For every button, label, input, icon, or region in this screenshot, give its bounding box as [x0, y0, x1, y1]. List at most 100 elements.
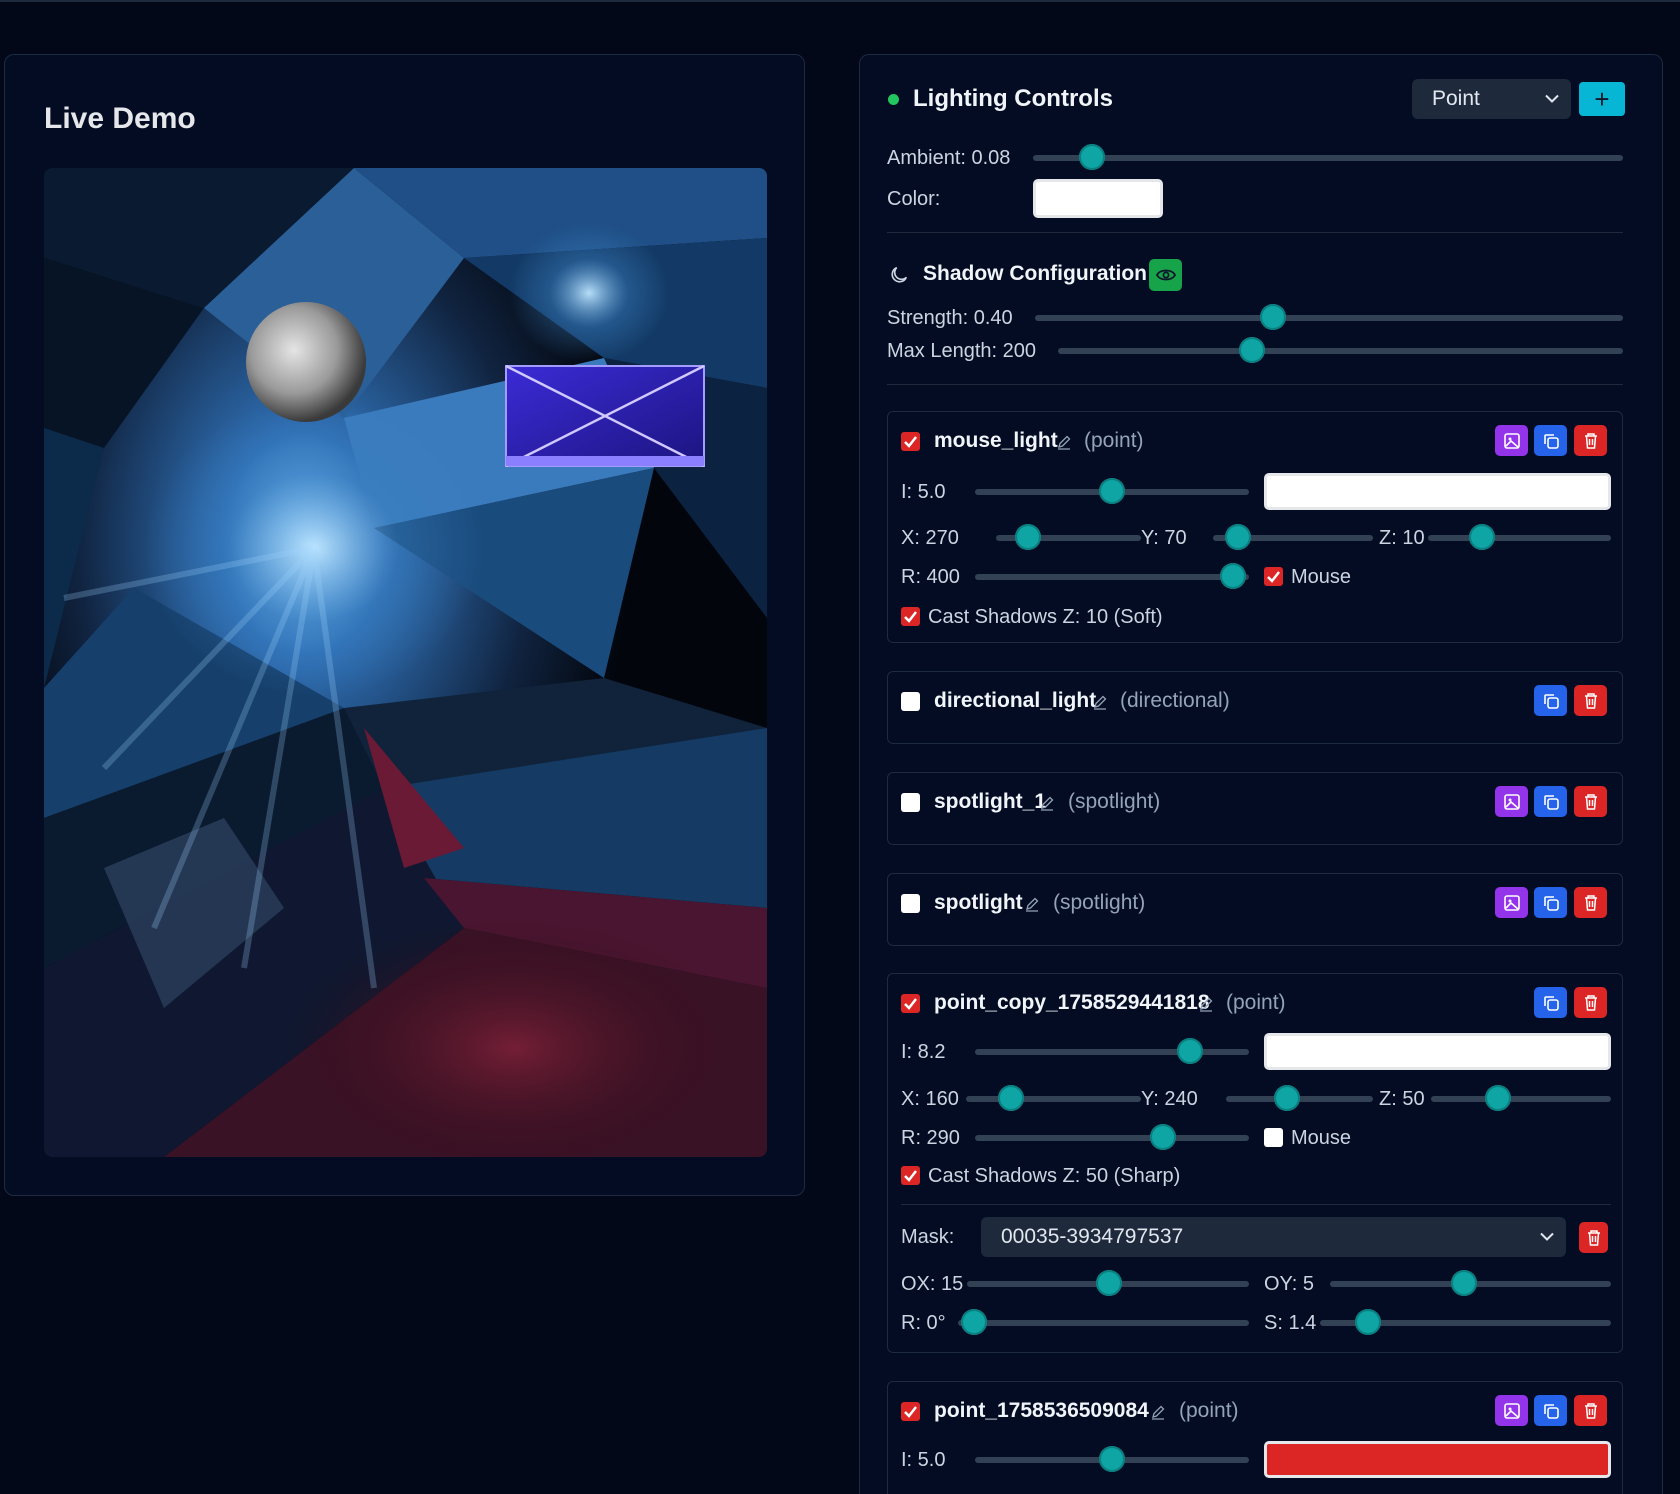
shadow-config-title: Shadow Configuration — [923, 262, 1147, 285]
delete-light-button[interactable] — [1574, 887, 1607, 918]
divider — [887, 232, 1623, 233]
edit-pencil-icon[interactable] — [1150, 1404, 1166, 1420]
light-type: (point) — [1084, 429, 1144, 452]
ambient-slider-thumb[interactable] — [1079, 144, 1105, 170]
shadow-strength-slider[interactable] — [1035, 315, 1623, 321]
light-enabled-checkbox[interactable] — [901, 894, 920, 913]
mask-rotation-slider[interactable] — [958, 1320, 1249, 1326]
mask-image-button[interactable] — [1495, 887, 1528, 918]
x-label: X: 160 — [901, 1088, 959, 1110]
edit-pencil-icon[interactable] — [1092, 694, 1108, 710]
delete-light-button[interactable] — [1574, 1395, 1607, 1426]
light-name: point_1758536509084 — [934, 1399, 1149, 1422]
light-color-picker[interactable] — [1264, 473, 1611, 510]
trash-icon — [1584, 994, 1597, 1011]
delete-light-button[interactable] — [1574, 425, 1607, 456]
mask-offset-x-slider-thumb[interactable] — [1096, 1270, 1122, 1296]
radius-slider[interactable] — [975, 574, 1249, 580]
ambient-color-picker[interactable] — [1033, 179, 1163, 218]
chevron-down-icon — [1540, 1232, 1554, 1241]
mouse-follow-checkbox[interactable] — [1264, 1128, 1283, 1147]
x-slider-thumb[interactable] — [998, 1085, 1024, 1111]
trash-icon — [1584, 432, 1597, 449]
mask-offset-x-label: OX: 15 — [901, 1273, 964, 1295]
y-slider-thumb[interactable] — [1274, 1085, 1300, 1111]
edit-pencil-icon[interactable] — [1039, 795, 1055, 811]
delete-light-button[interactable] — [1574, 987, 1607, 1018]
divider — [887, 384, 1623, 385]
mask-select[interactable]: 00035-3934797537 — [981, 1217, 1566, 1257]
mouse-follow-label: Mouse — [1291, 566, 1352, 588]
moon-icon — [891, 266, 908, 283]
x-slider[interactable] — [966, 1096, 1141, 1102]
light-card-spotlight-1: spotlight_1 (spotlight) — [887, 772, 1623, 845]
edit-pencil-icon[interactable] — [1056, 434, 1072, 450]
check-icon — [904, 1170, 917, 1182]
shadow-max-length-slider-thumb[interactable] — [1239, 337, 1265, 363]
light-color-picker[interactable] — [1264, 1033, 1611, 1070]
mask-image-button[interactable] — [1495, 1395, 1528, 1426]
duplicate-light-button[interactable] — [1534, 425, 1567, 456]
z-label: Z: 10 — [1379, 527, 1425, 549]
radius-label: R: 400 — [901, 566, 960, 588]
x-slider-thumb[interactable] — [1015, 524, 1041, 550]
duplicate-light-button[interactable] — [1534, 1395, 1567, 1426]
edit-pencil-icon[interactable] — [1024, 896, 1040, 912]
mouse-follow-label: Mouse — [1291, 1127, 1352, 1149]
z-slider-thumb[interactable] — [1485, 1085, 1511, 1111]
duplicate-light-button[interactable] — [1534, 685, 1567, 716]
intensity-label: I: 8.2 — [901, 1041, 946, 1063]
light-enabled-checkbox[interactable] — [901, 432, 920, 451]
intensity-slider-thumb[interactable] — [1099, 1446, 1125, 1472]
light-enabled-checkbox[interactable] — [901, 692, 920, 711]
cast-shadows-checkbox[interactable] — [901, 1166, 920, 1185]
shadow-visibility-toggle[interactable] — [1149, 259, 1182, 291]
light-card-spotlight: spotlight (spotlight) — [887, 873, 1623, 946]
radius-slider-thumb[interactable] — [1220, 563, 1246, 589]
mask-offset-y-slider-thumb[interactable] — [1451, 1270, 1477, 1296]
color-label: Color: — [887, 188, 941, 210]
remove-mask-button[interactable] — [1579, 1222, 1608, 1253]
mask-scale-slider-thumb[interactable] — [1355, 1309, 1381, 1335]
light-type: (point) — [1179, 1399, 1239, 1422]
light-type-select[interactable]: Point — [1412, 79, 1571, 119]
z-slider[interactable] — [1431, 1096, 1611, 1102]
duplicate-light-button[interactable] — [1534, 887, 1567, 918]
trash-icon — [1587, 1229, 1600, 1246]
delete-light-button[interactable] — [1574, 786, 1607, 817]
shadow-max-length-slider[interactable] — [1058, 348, 1623, 354]
live-demo-panel: Live Demo — [4, 54, 805, 1196]
y-slider-thumb[interactable] — [1225, 524, 1251, 550]
duplicate-light-button[interactable] — [1534, 786, 1567, 817]
ambient-slider[interactable] — [1033, 155, 1623, 161]
duplicate-light-button[interactable] — [1534, 987, 1567, 1018]
image-icon — [1503, 793, 1520, 810]
light-name: spotlight_1 — [934, 790, 1047, 813]
cast-shadows-checkbox[interactable] — [901, 607, 920, 626]
mask-image-button[interactable] — [1495, 786, 1528, 817]
chevron-down-icon — [1545, 94, 1559, 103]
live-demo-title: Live Demo — [44, 102, 196, 135]
radius-slider-thumb[interactable] — [1150, 1124, 1176, 1150]
mask-rotation-slider-thumb[interactable] — [961, 1309, 987, 1335]
light-enabled-checkbox[interactable] — [901, 1402, 920, 1421]
light-enabled-checkbox[interactable] — [901, 994, 920, 1013]
radius-slider[interactable] — [975, 1135, 1249, 1141]
intensity-slider-thumb[interactable] — [1099, 478, 1125, 504]
panel-title: Lighting Controls — [913, 85, 1113, 112]
mouse-follow-checkbox[interactable] — [1264, 567, 1283, 586]
radius-label: R: 290 — [901, 1127, 960, 1149]
demo-canvas[interactable] — [44, 168, 767, 1157]
z-slider[interactable] — [1428, 535, 1611, 541]
intensity-slider[interactable] — [975, 1049, 1249, 1055]
mask-image-button[interactable] — [1495, 425, 1528, 456]
light-enabled-checkbox[interactable] — [901, 793, 920, 812]
z-slider-thumb[interactable] — [1469, 524, 1495, 550]
light-color-picker[interactable] — [1264, 1441, 1611, 1478]
add-light-button[interactable]: + — [1579, 82, 1625, 116]
mask-select-value: 00035-3934797537 — [1001, 1225, 1184, 1248]
intensity-slider-thumb[interactable] — [1177, 1038, 1203, 1064]
shadow-strength-slider-thumb[interactable] — [1260, 304, 1286, 330]
edit-pencil-icon[interactable] — [1198, 996, 1214, 1012]
delete-light-button[interactable] — [1574, 685, 1607, 716]
